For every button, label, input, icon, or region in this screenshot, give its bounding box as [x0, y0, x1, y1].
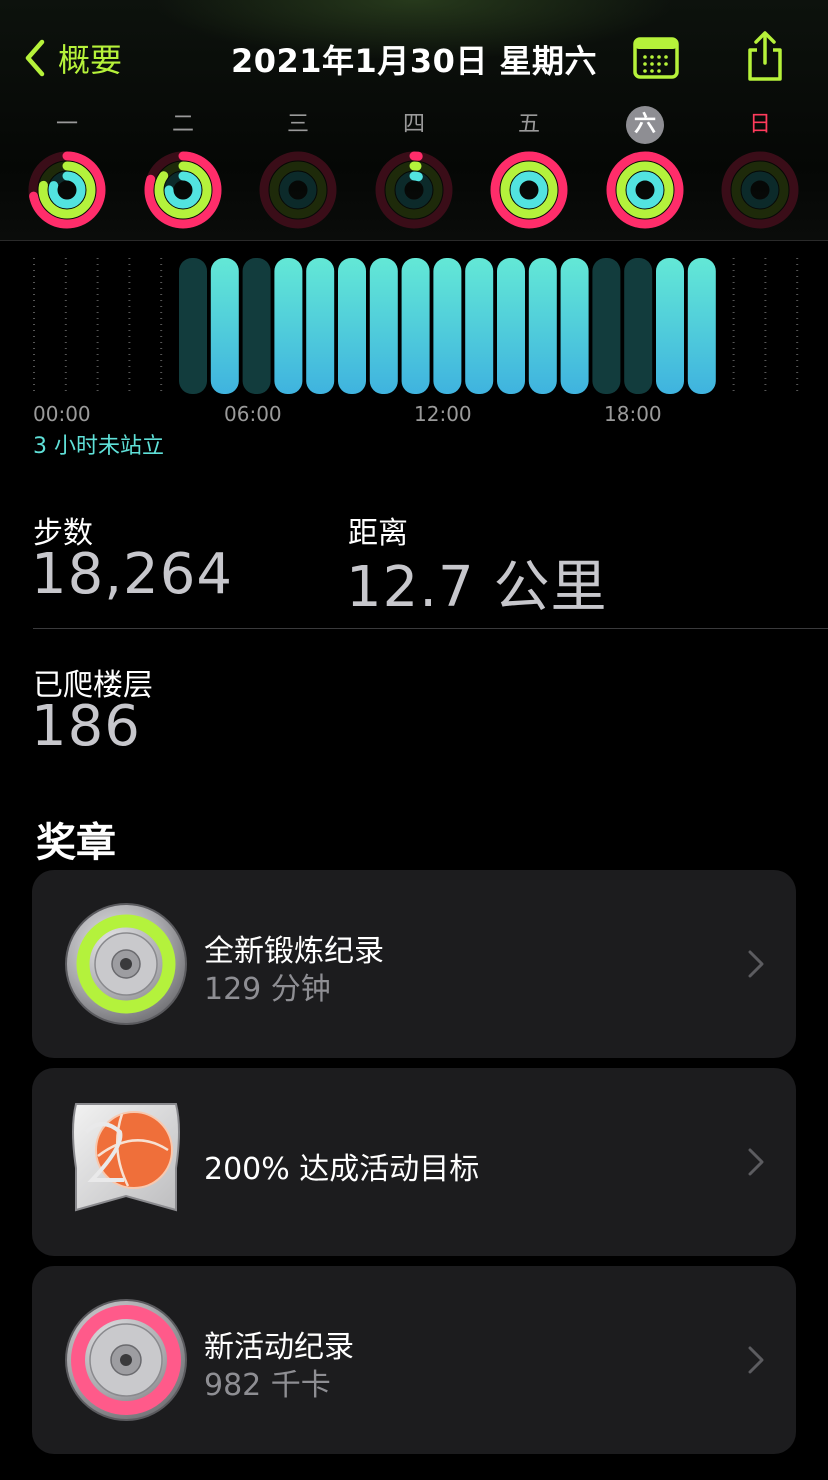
axis-label-12: 12:00 — [414, 402, 472, 426]
share-button[interactable] — [742, 30, 788, 84]
stand-ring-track — [279, 171, 317, 209]
axis-label-18: 18:00 — [604, 402, 662, 426]
stand-ring-track — [741, 171, 779, 209]
double-goal-badge-icon — [72, 1103, 180, 1212]
calendar-icon — [633, 37, 679, 79]
chevron-right-icon — [748, 1346, 764, 1374]
floors-value: 186 — [31, 694, 141, 759]
award-card-move-record[interactable]: 新活动纪录 982 千卡 — [32, 1266, 796, 1454]
activity-rings-icon — [490, 151, 568, 229]
stand-hours-chart — [0, 250, 828, 400]
day-thursday[interactable]: 四 — [369, 104, 459, 234]
day-sunday[interactable]: 日 — [715, 104, 805, 234]
calendar-button[interactable] — [632, 36, 680, 80]
stand-hour-bar — [560, 258, 589, 394]
awards-title: 奖章 — [36, 820, 116, 866]
award-subtitle: 129 分钟 — [204, 972, 331, 1007]
chevron-right-icon — [748, 1148, 764, 1176]
page-title: 2021年1月30日 星期六 — [230, 42, 597, 80]
stand-hour-bar — [210, 258, 239, 394]
day-label: 日 — [748, 112, 771, 137]
chevron-right-icon — [748, 950, 764, 978]
activity-rings-icon — [28, 151, 106, 229]
day-label: 四 — [402, 112, 425, 137]
stand-hour-bar — [687, 258, 716, 394]
award-title: 200% 达成活动目标 — [204, 1152, 480, 1187]
stand-hour-bar — [369, 258, 398, 394]
day-saturday[interactable]: 六 — [600, 104, 690, 234]
day-label: 三 — [286, 112, 309, 137]
award-card-workout-record[interactable]: 全新锻炼纪录 129 分钟 — [32, 870, 796, 1058]
activity-rings-icon — [144, 151, 222, 229]
stand-hour-bar — [528, 258, 557, 394]
activity-rings-icon — [721, 151, 799, 229]
navigation-bar: 概要 2021年1月30日 星期六 — [0, 30, 828, 86]
week-strip: 一 二 三 四 五 六 日 — [0, 104, 828, 234]
day-label: 一 — [55, 112, 78, 137]
stand-ring — [626, 171, 664, 209]
day-wednesday[interactable]: 三 — [253, 104, 343, 234]
divider — [33, 628, 828, 629]
day-label: 五 — [517, 112, 540, 137]
stand-hour-bar — [274, 258, 303, 394]
back-label: 概要 — [58, 41, 123, 79]
activity-rings-icon — [259, 151, 337, 229]
no-stand-hour-bar — [592, 258, 621, 394]
chevron-left-icon — [25, 39, 45, 77]
award-subtitle: 982 千卡 — [204, 1368, 331, 1403]
stand-hour-bar — [497, 258, 525, 394]
stand-hour-bar — [306, 258, 335, 394]
day-monday[interactable]: 一 — [22, 104, 112, 234]
day-label-selected: 六 — [626, 106, 664, 144]
workout-record-badge-icon — [65, 903, 187, 1025]
stand-hour-bar — [465, 258, 494, 394]
axis-label-6: 06:00 — [224, 402, 282, 426]
move-record-badge-icon — [65, 1299, 187, 1421]
activity-rings-icon — [375, 151, 453, 229]
day-tuesday[interactable]: 二 — [138, 104, 228, 234]
stand-hour-bar — [338, 258, 366, 394]
steps-value: 18,264 — [31, 542, 233, 607]
axis-label-0: 00:00 — [33, 402, 91, 426]
stand-hour-bar — [433, 258, 462, 394]
stand-ring — [510, 171, 548, 209]
stand-hour-bar — [656, 258, 684, 394]
distance-value: 12.7 公里 — [346, 555, 608, 620]
no-stand-hour-bar — [624, 258, 653, 394]
stand-hour-bar — [401, 258, 430, 394]
stand-chart-svg — [33, 258, 799, 394]
day-label: 二 — [171, 112, 194, 137]
no-stand-hour-bar — [179, 258, 207, 394]
back-button[interactable]: 概要 — [22, 34, 122, 82]
no-stand-hour-bar — [242, 258, 271, 394]
activity-rings-icon — [606, 151, 684, 229]
stand-note: 3 小时未站立 — [33, 434, 164, 459]
award-card-double-goal[interactable]: 200% 达成活动目标 — [32, 1068, 796, 1256]
share-icon — [748, 31, 782, 81]
day-friday[interactable]: 五 — [484, 104, 574, 234]
